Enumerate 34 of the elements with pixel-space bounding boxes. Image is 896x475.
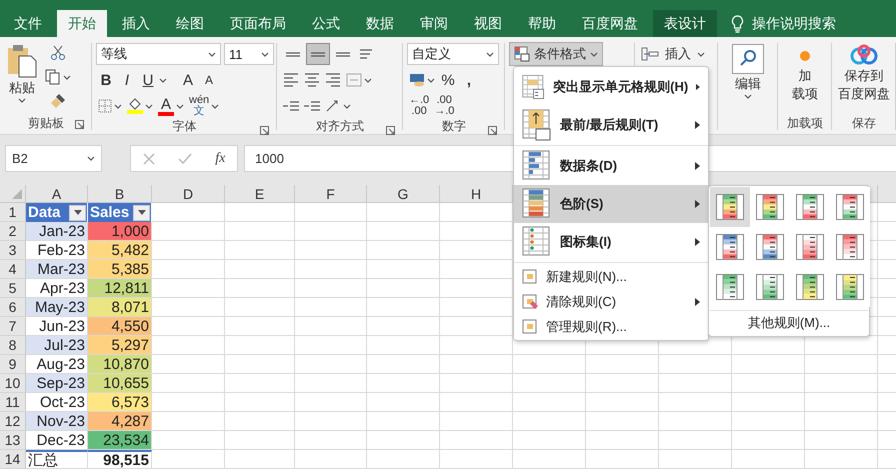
table-cell: 5,482 — [88, 241, 152, 260]
header-text: Sales — [90, 204, 130, 221]
table-cell: 1,000 — [88, 222, 152, 241]
table-cell: Aug-23 — [26, 355, 88, 374]
table-cell: Dec-23 — [26, 431, 88, 450]
table-cell: Nov-23 — [26, 412, 88, 431]
table-cell: Jun-23 — [26, 317, 88, 336]
header-text: Data — [28, 204, 61, 221]
group-label: 字体 — [172, 118, 196, 135]
table-cell: Jan-23 — [26, 222, 88, 241]
table-cell: 汇总 — [26, 450, 88, 469]
table-cell: 5,297 — [88, 336, 152, 355]
group-label: 保存 — [852, 114, 876, 132]
table-cell: 5,385 — [88, 260, 152, 279]
table-cell: Oct-23 — [26, 393, 88, 412]
group-label: 数字 — [442, 118, 466, 135]
group-label: 剪贴板 — [28, 114, 64, 132]
table-cell: Sep-23 — [26, 374, 88, 393]
table-cell: May-23 — [26, 298, 88, 317]
group-label: 对齐方式 — [316, 118, 364, 135]
table-cell: 23,534 — [88, 431, 152, 450]
table-cell: 98,515 — [88, 450, 152, 469]
group-label: 加载项 — [787, 114, 823, 132]
table-cell: 4,287 — [88, 412, 152, 431]
table-cell: Apr-23 — [26, 279, 88, 298]
table-cell: Feb-23 — [26, 241, 88, 260]
table-cell: Jul-23 — [26, 336, 88, 355]
table-cell: 4,550 — [88, 317, 152, 336]
table-cell: 10,870 — [88, 355, 152, 374]
table-cell: 12,811 — [88, 279, 152, 298]
table-cell: Mar-23 — [26, 260, 88, 279]
table-cell: 10,655 — [88, 374, 152, 393]
table-cell: 8,071 — [88, 298, 152, 317]
table-cell: 6,573 — [88, 393, 152, 412]
